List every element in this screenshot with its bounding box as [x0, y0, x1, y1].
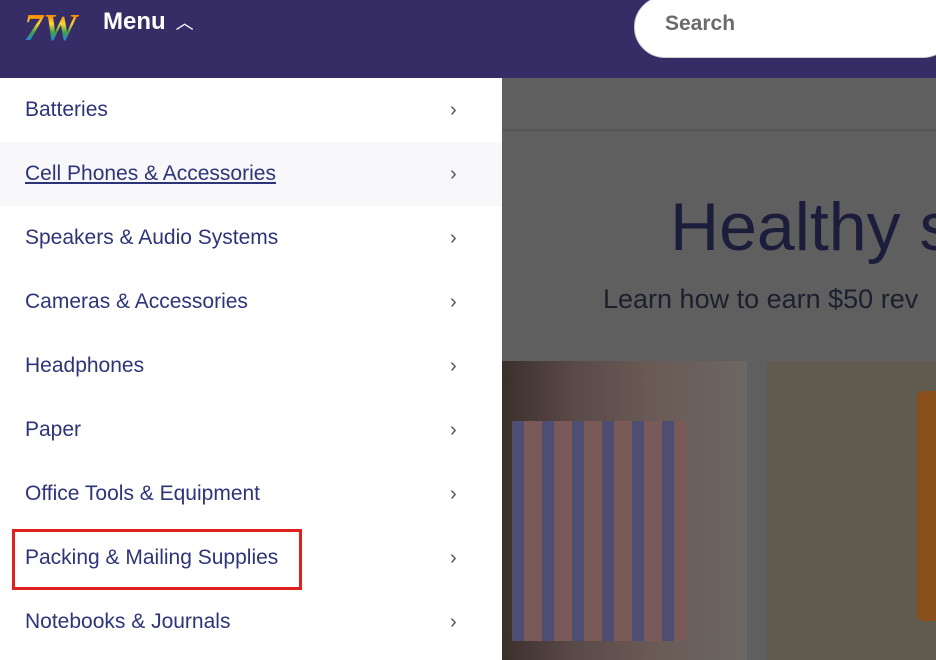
promo-image-man	[502, 361, 747, 660]
menu-item-label: Office Tools & Equipment	[25, 482, 261, 505]
search-input[interactable]: Search	[634, 0, 936, 58]
chevron-right-icon: ›	[450, 418, 457, 441]
menu-item-batteries[interactable]: Batteries ›	[0, 78, 502, 142]
chevron-right-icon: ›	[450, 354, 457, 377]
promo-image-product	[767, 361, 936, 660]
chevron-right-icon: ›	[450, 610, 457, 633]
menu-toggle-button[interactable]: Menu ︿	[103, 8, 194, 36]
header: 7W Menu ︿ Search	[0, 0, 936, 78]
menu-item-label: Notebooks & Journals	[25, 610, 231, 633]
chevron-right-icon: ›	[450, 98, 457, 121]
menu-item-headphones[interactable]: Headphones ›	[0, 334, 502, 398]
menu-item-label: Cameras & Accessories	[25, 290, 248, 313]
walgreens-logo[interactable]: 7W	[24, 6, 82, 46]
chevron-up-icon: ︿	[175, 13, 194, 33]
menu-item-notebooks[interactable]: Notebooks & Journals ›	[0, 590, 502, 654]
menu-item-cell-phones[interactable]: Cell Phones & Accessories ›	[0, 142, 502, 206]
divider	[502, 129, 936, 131]
page-content-dimmed: Healthy s Learn how to earn $50 rev	[502, 78, 936, 660]
promo-subtitle: Learn how to earn $50 rev	[603, 284, 919, 314]
chevron-right-icon: ›	[450, 226, 457, 249]
chevron-right-icon: ›	[450, 290, 457, 313]
promo-headline: Healthy s	[670, 189, 936, 265]
search-placeholder: Search	[665, 12, 736, 35]
highlight-box	[12, 529, 302, 590]
menu-item-label: Headphones	[25, 354, 145, 377]
menu-item-label: Cell Phones & Accessories	[25, 162, 276, 185]
menu-label: Menu	[103, 8, 166, 35]
menu-item-label: Paper	[25, 418, 82, 441]
svg-text:7W: 7W	[24, 7, 80, 46]
menu-item-speakers[interactable]: Speakers & Audio Systems ›	[0, 206, 502, 270]
chevron-right-icon: ›	[450, 162, 457, 185]
menu-item-office-tools[interactable]: Office Tools & Equipment ›	[0, 462, 502, 526]
menu-item-label: Batteries	[25, 98, 108, 121]
menu-item-cameras[interactable]: Cameras & Accessories ›	[0, 270, 502, 334]
chevron-right-icon: ›	[450, 546, 457, 569]
chevron-right-icon: ›	[450, 482, 457, 505]
menu-item-label: Speakers & Audio Systems	[25, 226, 279, 249]
menu-item-paper[interactable]: Paper ›	[0, 398, 502, 462]
